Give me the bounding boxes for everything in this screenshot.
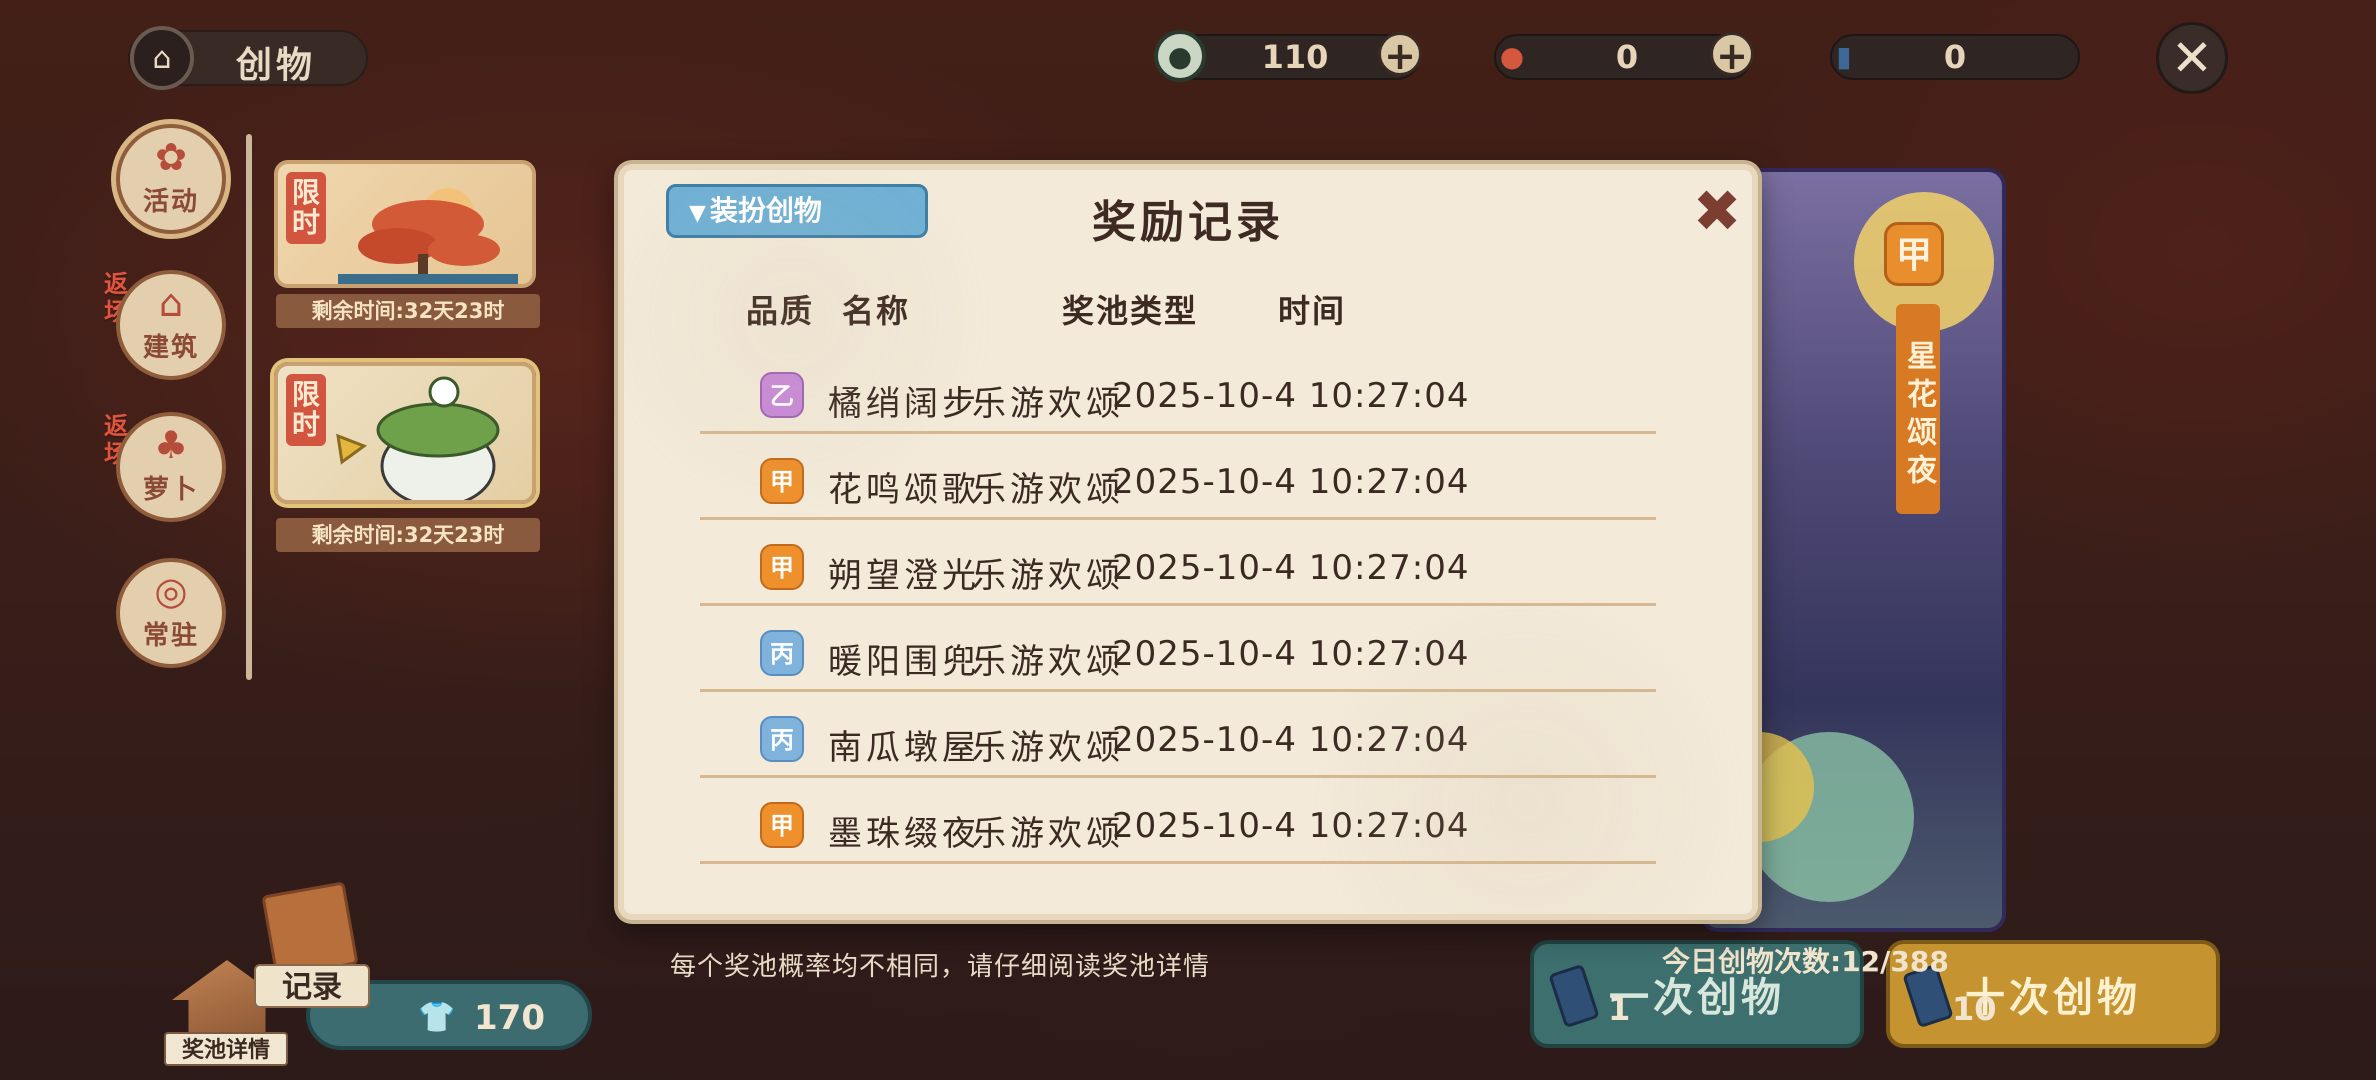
pool-type: 乐游欢颂 <box>972 642 1124 682</box>
tab-activity-label: 活动 <box>142 187 199 217</box>
record-row: 甲 花鸣颂歌 乐游欢颂 2025-10-4 10:27:04 <box>700 434 1656 520</box>
banner-2-time-left: 剩余时间:32天23时 <box>276 518 540 552</box>
coin-icon: ● <box>1154 30 1206 82</box>
tab-radish[interactable]: ♣ 萝卜 <box>116 412 226 522</box>
record-time: 2025-10-4 10:27:04 <box>1112 548 1470 588</box>
shirt-icon: 👕 <box>418 1000 456 1035</box>
item-name: 花鸣颂歌 <box>828 470 980 510</box>
tab-building[interactable]: ⌂ 建筑 <box>116 270 226 380</box>
banner-1-time-left: 剩余时间:32天23时 <box>276 294 540 328</box>
preview-rank-badge: 甲 <box>1884 222 1944 286</box>
item-name: 橘绡阔步 <box>828 384 980 424</box>
record-time: 2025-10-4 10:27:04 <box>1112 720 1470 760</box>
record-time: 2025-10-4 10:27:04 <box>1112 462 1470 502</box>
building-icon: ⌂ <box>158 281 184 325</box>
home-icon[interactable]: ⌂ <box>130 26 194 90</box>
pool-type: 乐游欢颂 <box>972 814 1124 854</box>
sidebar-scrollbar[interactable] <box>246 134 252 680</box>
coin-plus-button[interactable]: + <box>1378 32 1422 77</box>
close-modal-button[interactable]: ✖ <box>1690 182 1744 240</box>
pool-type: 乐游欢颂 <box>972 728 1124 768</box>
pool-detail-button[interactable]: 奖池详情 <box>164 1032 288 1066</box>
column-name: 名称 <box>842 292 911 330</box>
preview-item-name: 星花颂夜 <box>1896 304 1940 514</box>
lion-head-icon: ✿ <box>155 135 187 179</box>
item-name: 南瓜墩屋 <box>828 728 980 768</box>
modal-title: 奖励记录 <box>1092 197 1284 248</box>
record-button[interactable]: 记录 <box>254 964 370 1008</box>
character-illustration-icon <box>336 376 500 500</box>
tab-radish-label: 萝卜 <box>142 475 199 505</box>
item-name: 朔望澄光 <box>828 556 980 596</box>
banner-limited-2[interactable]: 限时 <box>274 362 536 504</box>
page-title: 创物 <box>236 45 317 86</box>
rank-badge: 乙 <box>760 372 804 418</box>
record-row: 丙 暖阳围兜 乐游欢颂 2025-10-4 10:27:04 <box>700 606 1656 692</box>
pool-type: 乐游欢颂 <box>972 556 1124 596</box>
column-time: 时间 <box>1278 292 1347 330</box>
apple-icon: ● <box>1499 39 1525 73</box>
item-name: 暖阳围兜 <box>828 642 980 682</box>
pool-type: 乐游欢颂 <box>972 470 1124 510</box>
record-row: 甲 朔望澄光 乐游欢颂 2025-10-4 10:27:04 <box>700 520 1656 606</box>
rank-badge: 甲 <box>760 802 804 848</box>
close-page-button[interactable]: ✕ <box>2156 22 2228 94</box>
bundle-icon: ◎ <box>154 569 188 613</box>
rank-badge: 丙 <box>760 716 804 762</box>
rank-badge: 甲 <box>760 458 804 504</box>
record-row: 丙 南瓜墩屋 乐游欢颂 2025-10-4 10:27:04 <box>700 692 1656 778</box>
rank-badge: 甲 <box>760 544 804 590</box>
apple-plus-button[interactable]: + <box>1710 32 1754 77</box>
probability-note: 每个奖池概率均不相同，请仔细阅读奖池详情 <box>670 952 1211 982</box>
tab-building-label: 建筑 <box>142 333 199 363</box>
record-row: 甲 墨珠缀夜 乐游欢颂 2025-10-4 10:27:04 <box>700 778 1656 864</box>
record-row: 乙 橘绡阔步 乐游欢颂 2025-10-4 10:27:04 <box>700 348 1656 434</box>
tab-permanent[interactable]: ◎ 常驻 <box>116 558 226 668</box>
tree-illustration-icon <box>338 188 518 284</box>
shop-currency-value: 170 <box>474 998 545 1038</box>
column-quality: 品质 <box>746 292 815 330</box>
radish-icon: ♣ <box>153 423 189 467</box>
item-name: 墨珠缀夜 <box>828 814 980 854</box>
draw-one-cost: 1 <box>1608 990 1631 1028</box>
column-pool: 奖池类型 <box>1062 292 1199 330</box>
ticket-value: 0 <box>1943 38 1967 76</box>
tab-permanent-label: 常驻 <box>142 621 199 651</box>
draw-ten-cost: 10 <box>1952 990 1997 1028</box>
record-time: 2025-10-4 10:27:04 <box>1112 806 1470 846</box>
banner-limited-1[interactable]: 限时 <box>274 160 536 288</box>
pool-type: 乐游欢颂 <box>972 384 1124 424</box>
daily-draw-count: 今日创物次数:12/388 <box>1662 945 1949 978</box>
record-time: 2025-10-4 10:27:04 <box>1112 376 1470 416</box>
ticket-icon: ▮ <box>1836 39 1852 73</box>
coin-value: 110 <box>1261 38 1329 76</box>
record-time: 2025-10-4 10:27:04 <box>1112 634 1470 674</box>
rank-badge: 丙 <box>760 630 804 676</box>
apple-value: 0 <box>1615 38 1639 76</box>
tab-activity[interactable]: ✿ 活动 <box>116 124 226 234</box>
reward-record-modal: ▼ 装扮创物 奖励记录 ✖ 品质 名称 奖池类型 时间 乙 橘绡阔步 乐游欢颂 2… <box>618 164 1758 920</box>
